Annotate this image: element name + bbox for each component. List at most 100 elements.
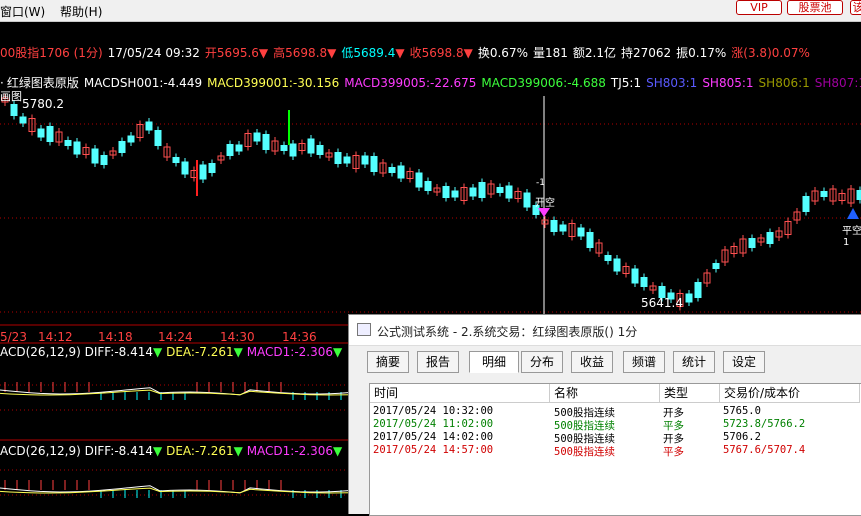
tab-settings[interactable]: 设定 (723, 351, 765, 373)
candle-body (694, 282, 702, 298)
candle-body (415, 172, 423, 188)
tab-summary[interactable]: 摘要 (367, 351, 409, 373)
column-header-type[interactable]: 类型 (660, 384, 720, 403)
candle-body (172, 157, 180, 163)
tab-profit[interactable]: 收益 (571, 351, 613, 373)
candle-body (145, 121, 153, 131)
column-header-name[interactable]: 名称 (550, 384, 660, 403)
candle-body (469, 187, 477, 197)
candle-body (253, 132, 261, 142)
indicator-value: MACDSH001:-4.449 (83, 76, 203, 90)
candle-body (73, 141, 81, 155)
indicator-value: TJ5:1 (610, 76, 642, 90)
cell-name: 500股指连续 (554, 446, 615, 458)
high-price-label: 5780.2 (22, 97, 64, 111)
indicator-value: SH803:1 (646, 76, 698, 90)
candle-body (226, 144, 234, 156)
candle-body (280, 145, 288, 151)
formula-test-dialog[interactable]: 公式测试系统 - 2.系统交易：红绿图表原版() 1分 摘要 报告 明细 分布 … (348, 314, 861, 516)
cell-price: 5767.6/5707.4 (723, 444, 806, 456)
candle-body (451, 190, 459, 198)
volume-label: 量181 (532, 46, 568, 60)
candle-body (46, 126, 54, 142)
cell-time: 2017/05/24 14:57:00 (373, 444, 494, 456)
candle-body (631, 268, 639, 284)
table-row[interactable]: 2017/05/24 11:02:00 500股指连续 平多 5723.8/5766.… (370, 418, 861, 432)
dialog-title: 公式测试系统 - 2.系统交易：红绿图表原版() 1分 (377, 325, 638, 339)
candle-body (10, 104, 18, 116)
indicator-value: SH807:1 (814, 76, 861, 90)
candle-body (199, 164, 207, 180)
tab-detail[interactable]: 明细 (469, 351, 519, 373)
candle-body (820, 191, 828, 197)
candle-body (154, 130, 162, 146)
indicator-value: SH805:1 (702, 76, 754, 90)
indicator-bar: · 红绿图表原版 MACDSH001:-4.449 MACD399001:-30.15… (0, 74, 861, 90)
open-label: 开5695.6 (204, 46, 259, 60)
cell-time: 2017/05/24 10:32:00 (373, 405, 494, 417)
close-short-volume: 1 (843, 237, 850, 248)
open-short-label: 开空 (535, 198, 555, 209)
candle-body (424, 181, 432, 191)
candle-body (613, 258, 621, 272)
dialog-title-bar[interactable]: 公式测试系统 - 2.系统交易：红绿图表原版() 1分 (349, 315, 861, 346)
candle-body (478, 182, 486, 198)
time-tick: 14:30 (220, 330, 255, 344)
candle-body (307, 138, 315, 154)
position-label: 持27062 (620, 46, 672, 60)
candle-body (442, 186, 450, 198)
cell-price: 5723.8/5766.2 (723, 418, 806, 430)
cell-price: 5765.0 (723, 405, 761, 417)
tab-report[interactable]: 报告 (417, 351, 459, 373)
column-header-price[interactable]: 交易价/成本价 (720, 384, 860, 403)
turnover-label: 换0.67% (477, 46, 528, 60)
cell-type: 平多 (663, 446, 684, 458)
time-tick: 14:18 (98, 330, 133, 344)
amount-label: 额2.1亿 (572, 46, 616, 60)
time-tick: 14:24 (158, 330, 193, 344)
candle-body (685, 293, 693, 303)
indicator-value: SH806:1 (758, 76, 810, 90)
candle-body (712, 263, 720, 269)
quote-info-bar: 00股指1706 (1分) 17/05/24 09:32 开5695.6▼ 高5698… (0, 46, 810, 60)
cell-time: 2017/05/24 14:02:00 (373, 431, 494, 443)
low-label: 低5689.4 (341, 46, 396, 60)
candle-body (262, 134, 270, 150)
table-row[interactable]: 2017/05/24 14:57:00 500股指连续 平多 5767.6/5707.… (370, 444, 861, 458)
candle-body (64, 140, 72, 146)
indicator-value: MACD399005:-22.675 (344, 76, 477, 90)
candle-body (748, 238, 756, 248)
close-short-label: 平空 (842, 226, 861, 237)
candle-body (37, 128, 45, 138)
candle-body (577, 227, 585, 237)
candle-body (856, 190, 861, 200)
candle-body (289, 143, 297, 157)
candle-body (586, 232, 594, 248)
candle-body (235, 144, 243, 152)
amplitude-label: 振0.17% (676, 46, 727, 60)
tab-spectrum[interactable]: 频谱 (623, 351, 665, 373)
candle-body (604, 255, 612, 261)
candle-body (127, 135, 135, 143)
indicator-value: MACD399001:-30.156 (207, 76, 340, 90)
symbol-label: 00股指1706 (1分) (0, 46, 103, 60)
candle-body (397, 165, 405, 179)
time-tick: 14:12 (38, 330, 73, 344)
tab-statistics[interactable]: 统计 (673, 351, 715, 373)
open-short-marker-icon (538, 208, 550, 217)
table-row[interactable]: 2017/05/24 14:02:00 500股指连续 开多 5706.2 (370, 431, 861, 445)
candle-body (496, 187, 504, 193)
macd-panel-1-header: ACD(26,12,9) DIFF:-8.414▼ DEA:-7.261▼ MA… (0, 345, 343, 359)
candle-body (559, 224, 567, 232)
candle-body (550, 220, 558, 232)
candle-body (118, 141, 126, 153)
candle-body (181, 161, 189, 175)
column-header-time[interactable]: 时间 (370, 384, 550, 403)
cell-price: 5706.2 (723, 431, 761, 443)
tab-distribution[interactable]: 分布 (521, 351, 563, 373)
trade-detail-table[interactable]: 时间 名称 类型 交易价/成本价 2017/05/24 10:32:00 500股… (369, 383, 861, 516)
close-label: 收5698.8 (409, 46, 464, 60)
table-row[interactable]: 2017/05/24 10:32:00 500股指连续 开多 5765.0 (370, 405, 861, 419)
candle-body (370, 156, 378, 172)
draw-tool-label[interactable]: 画图 (0, 88, 22, 104)
